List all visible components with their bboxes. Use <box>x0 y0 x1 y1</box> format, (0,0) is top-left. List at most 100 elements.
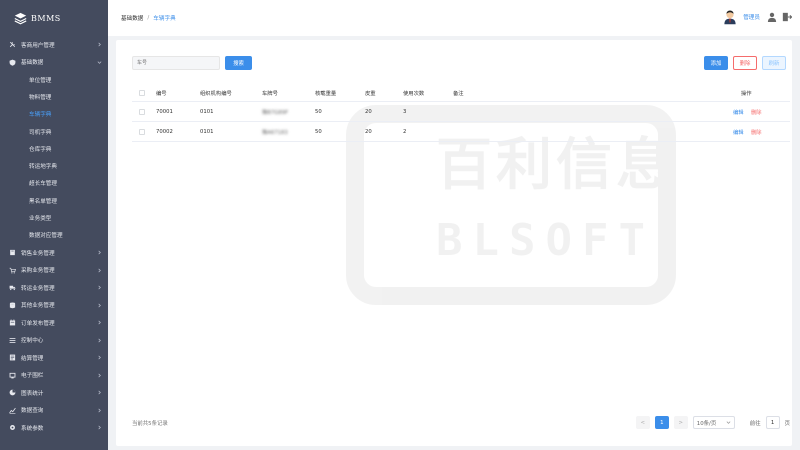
chevron-down-icon <box>97 61 102 64</box>
cell-plate: 豫A67183 <box>262 129 288 136</box>
prev-page-button[interactable]: < <box>635 416 650 429</box>
add-button[interactable]: 添加 <box>704 56 728 70</box>
table-footer: 当前共5条记录 < 1 > 10条/页 前往 1 页 <box>132 416 790 430</box>
cell-id: 70001 <box>156 108 173 115</box>
cell-plate: 豫B7G89F <box>262 109 289 116</box>
delete-link[interactable]: 删除 <box>751 128 762 136</box>
sidebar-item-label: 结算管理 <box>21 355 44 362</box>
column-header-plate: 车牌号 <box>262 90 278 97</box>
sidebar-item-1[interactable]: 客商用户管理 <box>0 36 108 54</box>
cell-org: 0101 <box>200 108 214 115</box>
list-icon <box>9 337 16 343</box>
report-icon <box>9 354 16 361</box>
chevron-right-icon <box>98 355 101 360</box>
edit-link[interactable]: 编辑 <box>733 108 744 116</box>
sidebar-item-2[interactable]: 基础数据 <box>0 54 108 72</box>
sidebar-group: 图表统计 <box>0 384 108 402</box>
book-icon <box>10 250 15 256</box>
refresh-button[interactable]: 刷新 <box>762 56 786 70</box>
action-bar: 添加 删除 刷新 <box>704 56 786 70</box>
chevron-right-icon <box>98 373 101 378</box>
app-root: BMMS 客商用户管理 基础数据 单位管理 物料管理 车辆字典 司机字典 仓库字典 转运地字典… <box>0 0 800 450</box>
cell-load: 50 <box>315 108 322 115</box>
table-row: 70002 0101 豫A67183 50 20 2 编辑 删除 <box>132 122 790 142</box>
goto-page-input[interactable]: 1 <box>765 416 780 429</box>
sidebar-subitem-4[interactable]: 司机字典 <box>0 123 108 140</box>
goto-suffix: 页 <box>784 420 790 427</box>
select-all-checkbox[interactable] <box>139 89 145 96</box>
sidebar-subitem-6[interactable]: 转运地字典 <box>0 157 108 174</box>
sidebar-group: 客商用户管理 <box>0 36 108 54</box>
sidebar-menu: 客商用户管理基础数据单位管理 物料管理 车辆字典 司机字典 仓库字典 转运地字典 超长车管理… <box>0 36 108 436</box>
calendar-icon <box>9 319 16 326</box>
main-content: 百利信息 BLSOFT 搜索 添加 删除 刷新 编号 组织机构编号 车牌号 核载… <box>108 36 800 450</box>
page-size-value: 10条/页 <box>696 420 717 427</box>
sidebar-item-12[interactable]: 数据查询 <box>0 401 108 419</box>
sidebar-item-3[interactable]: 销售业务管理 <box>0 244 108 262</box>
chevron-right-icon <box>98 338 101 343</box>
sidebar-item-label: 图表统计 <box>21 390 44 397</box>
sidebar-subitem-3[interactable]: 车辆字典 <box>0 106 108 123</box>
sidebar-subitem-10[interactable]: 数据对应管理 <box>0 227 108 244</box>
sidebar-subitem-7[interactable]: 超长车管理 <box>0 175 108 192</box>
sidebar-item-9[interactable]: 结算管理 <box>0 349 108 367</box>
sidebar-item-8[interactable]: 控制中心 <box>0 331 108 349</box>
breadcrumb-item-current: 车辆字典 <box>153 16 176 22</box>
sidebar-item-5[interactable]: 转运业务管理 <box>0 279 108 297</box>
sidebar-item-label: 电子围栏 <box>21 373 44 380</box>
column-header-note: 备注 <box>453 90 464 97</box>
search-input[interactable] <box>132 56 220 70</box>
sidebar-submenu: 单位管理 物料管理 车辆字典 司机字典 仓库字典 转运地字典 超长车管理 黑名单管理 业务类型数… <box>0 71 108 244</box>
cell-uses: 2 <box>403 128 407 135</box>
delete-link[interactable]: 删除 <box>751 108 762 116</box>
cart-icon <box>9 267 16 274</box>
row-checkbox[interactable] <box>139 128 145 135</box>
delete-button[interactable]: 删除 <box>733 56 757 70</box>
watermark-en-text: BLSOFT <box>436 215 655 266</box>
logo: BMMS <box>0 0 108 36</box>
cell-tare: 20 <box>365 108 372 115</box>
user-name[interactable]: 管理员 <box>743 13 760 21</box>
sidebar-subitem-9[interactable]: 业务类型 <box>0 209 108 226</box>
sidebar-item-7[interactable]: 订单发布管理 <box>0 314 108 332</box>
edit-link[interactable]: 编辑 <box>733 128 744 136</box>
sidebar-group: 转运业务管理 <box>0 279 108 297</box>
chevron-right-icon <box>98 42 101 47</box>
avatar[interactable] <box>722 9 738 25</box>
sidebar-item-label: 转运业务管理 <box>21 285 55 292</box>
breadcrumb-item-basic-data[interactable]: 基础数据 <box>121 14 143 22</box>
sidebar-item-label: 系统参数 <box>21 425 44 432</box>
sidebar-item-13[interactable]: 系统参数 <box>0 419 108 437</box>
row-checkbox[interactable] <box>139 108 145 115</box>
sidebar-item-4[interactable]: 采购业务管理 <box>0 261 108 279</box>
sidebar-item-label: 订单发布管理 <box>21 320 55 327</box>
sidebar-item-10[interactable]: 电子围栏 <box>0 366 108 384</box>
sidebar-item-6[interactable]: 其他业务管理 <box>0 296 108 314</box>
chevron-right-icon <box>98 320 101 325</box>
sidebar-subitem-1[interactable]: 单位管理 <box>0 71 108 88</box>
logo-text: BMMS <box>31 13 61 23</box>
column-header-org: 组织机构编号 <box>200 90 232 97</box>
shield-icon <box>9 59 16 66</box>
table-body: 70001 0101 豫B7G89F 50 20 3 编辑 删除 70002 0101 豫A6718… <box>132 102 790 142</box>
sidebar-item-11[interactable]: 图表统计 <box>0 384 108 402</box>
content-card: 百利信息 BLSOFT 搜索 添加 删除 刷新 编号 组织机构编号 车牌号 核载… <box>116 40 792 446</box>
cell-uses: 3 <box>403 108 407 115</box>
logout-icon[interactable] <box>782 12 792 22</box>
search-button[interactable]: 搜索 <box>225 56 252 70</box>
sidebar-item-label: 基础数据 <box>21 60 44 67</box>
sidebar-subitem-8[interactable]: 黑名单管理 <box>0 192 108 209</box>
sidebar-subitem-2[interactable]: 物料管理 <box>0 88 108 105</box>
next-page-button[interactable]: > <box>673 416 688 429</box>
pie-chart-icon <box>9 389 16 396</box>
sidebar-subitem-5[interactable]: 仓库字典 <box>0 140 108 157</box>
chevron-right-icon <box>98 285 101 290</box>
page-number-1[interactable]: 1 <box>654 416 669 429</box>
column-header-ops: 操作 <box>741 90 752 97</box>
topbar: 基础数据 / 车辆字典 管理员 <box>108 0 800 36</box>
record-count: 当前共5条记录 <box>132 421 168 427</box>
user-icon[interactable] <box>767 12 777 22</box>
truck-icon <box>9 285 16 291</box>
column-header-tare: 皮重 <box>365 90 376 97</box>
page-size-select[interactable]: 10条/页 <box>692 416 735 429</box>
